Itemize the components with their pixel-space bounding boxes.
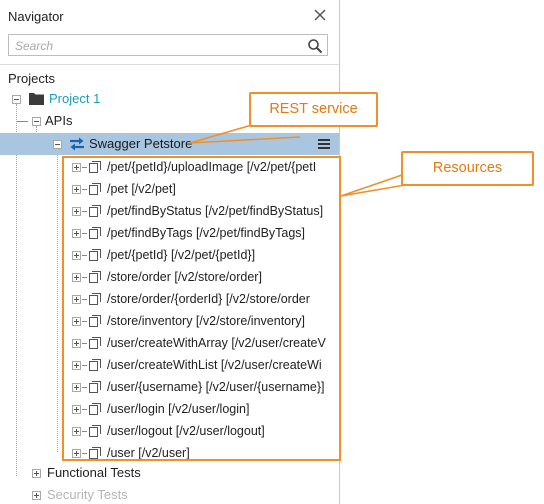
rest-service-callout-text: REST service [269, 101, 358, 117]
rest-service-callout: REST service [249, 92, 378, 127]
callout-connector-lines [189, 121, 406, 197]
resources-callout-text: Resources [432, 160, 503, 176]
resources-callout: Resources [401, 151, 534, 186]
